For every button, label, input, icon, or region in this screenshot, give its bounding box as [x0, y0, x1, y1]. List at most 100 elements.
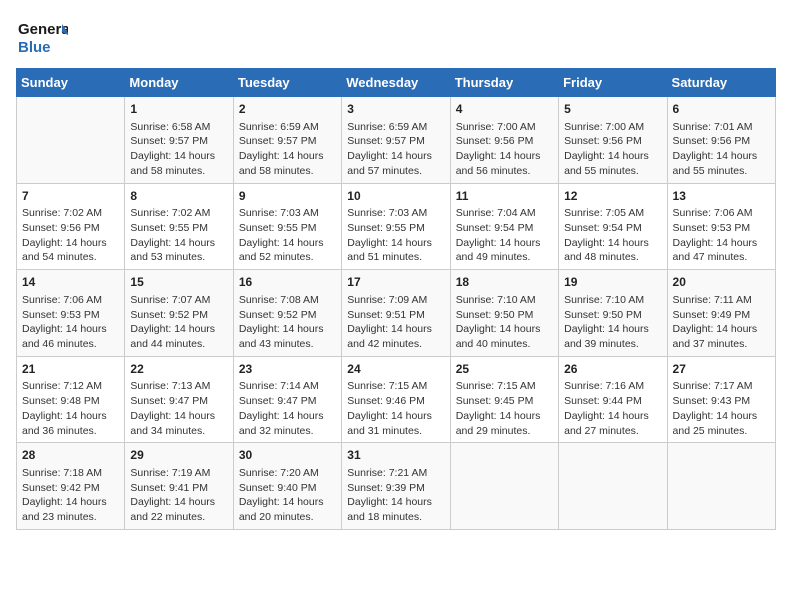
day-info: Sunrise: 7:11 AMSunset: 9:49 PMDaylight:… — [673, 293, 770, 352]
calendar-cell — [450, 443, 558, 530]
day-number: 3 — [347, 101, 444, 118]
calendar-cell: 28 Sunrise: 7:18 AMSunset: 9:42 PMDayligh… — [17, 443, 125, 530]
calendar-cell: 9Sunrise: 7:03 AMSunset: 9:55 PMDaylight… — [233, 183, 341, 270]
calendar-cell: 21Sunrise: 7:12 AMSunset: 9:48 PMDayligh… — [17, 356, 125, 443]
day-number: 27 — [673, 361, 770, 378]
calendar-cell — [17, 97, 125, 184]
day-info: Sunrise: 7:04 AMSunset: 9:54 PMDaylight:… — [456, 206, 553, 265]
day-info: Sunrise: 7:12 AMSunset: 9:48 PMDaylight:… — [22, 379, 119, 438]
day-number: 12 — [564, 188, 661, 205]
day-info: Sunrise: 7:08 AMSunset: 9:52 PMDaylight:… — [239, 293, 336, 352]
calendar-week-5: 28 Sunrise: 7:18 AMSunset: 9:42 PMDayligh… — [17, 443, 776, 530]
day-info: Sunrise: 7:19 AMSunset: 9:41 PMDaylight:… — [130, 466, 227, 525]
calendar-cell: 10Sunrise: 7:03 AMSunset: 9:55 PMDayligh… — [342, 183, 450, 270]
calendar-week-1: 1 Sunrise: 6:58 AMSunset: 9:57 PMDaylight… — [17, 97, 776, 184]
day-info: Sunrise: 6:59 AMSunset: 9:57 PMDaylight:… — [347, 120, 444, 179]
day-info: Sunrise: 7:00 AMSunset: 9:56 PMDaylight:… — [456, 120, 553, 179]
day-info: Sunrise: 7:02 AMSunset: 9:56 PMDaylight:… — [22, 206, 119, 265]
calendar-cell: 2 Sunrise: 6:59 AMSunset: 9:57 PMDaylight… — [233, 97, 341, 184]
svg-text:Blue: Blue — [18, 39, 51, 56]
day-info: Sunrise: 7:00 AMSunset: 9:56 PMDaylight:… — [564, 120, 661, 179]
day-number: 2 — [239, 101, 336, 118]
day-info: Sunrise: 7:03 AMSunset: 9:55 PMDaylight:… — [239, 206, 336, 265]
logo: General Blue — [16, 16, 68, 60]
day-info: Sunrise: 7:13 AMSunset: 9:47 PMDaylight:… — [130, 379, 227, 438]
calendar-cell: 23Sunrise: 7:14 AMSunset: 9:47 PMDayligh… — [233, 356, 341, 443]
day-number: 10 — [347, 188, 444, 205]
calendar-table: SundayMondayTuesdayWednesdayThursdayFrid… — [16, 68, 776, 530]
day-number: 5 — [564, 101, 661, 118]
day-number: 20 — [673, 274, 770, 291]
day-number: 16 — [239, 274, 336, 291]
calendar-week-4: 21Sunrise: 7:12 AMSunset: 9:48 PMDayligh… — [17, 356, 776, 443]
day-header-wednesday: Wednesday — [342, 69, 450, 97]
day-info: Sunrise: 7:21 AMSunset: 9:39 PMDaylight:… — [347, 466, 444, 525]
day-header-friday: Friday — [559, 69, 667, 97]
calendar-week-2: 7Sunrise: 7:02 AMSunset: 9:56 PMDaylight… — [17, 183, 776, 270]
day-info: Sunrise: 7:20 AMSunset: 9:40 PMDaylight:… — [239, 466, 336, 525]
calendar-cell: 3 Sunrise: 6:59 AMSunset: 9:57 PMDaylight… — [342, 97, 450, 184]
day-info: Sunrise: 7:10 AMSunset: 9:50 PMDaylight:… — [564, 293, 661, 352]
day-info: Sunrise: 7:02 AMSunset: 9:55 PMDaylight:… — [130, 206, 227, 265]
day-info: Sunrise: 7:09 AMSunset: 9:51 PMDaylight:… — [347, 293, 444, 352]
day-info: Sunrise: 7:07 AMSunset: 9:52 PMDaylight:… — [130, 293, 227, 352]
calendar-cell: 24Sunrise: 7:15 AMSunset: 9:46 PMDayligh… — [342, 356, 450, 443]
day-number: 14 — [22, 274, 119, 291]
day-number: 30 — [239, 447, 336, 464]
calendar-cell: 7Sunrise: 7:02 AMSunset: 9:56 PMDaylight… — [17, 183, 125, 270]
day-header-sunday: Sunday — [17, 69, 125, 97]
day-info: Sunrise: 7:05 AMSunset: 9:54 PMDaylight:… — [564, 206, 661, 265]
day-info: Sunrise: 7:15 AMSunset: 9:45 PMDaylight:… — [456, 379, 553, 438]
calendar-cell: 31 Sunrise: 7:21 AMSunset: 9:39 PMDayligh… — [342, 443, 450, 530]
calendar-cell: 12Sunrise: 7:05 AMSunset: 9:54 PMDayligh… — [559, 183, 667, 270]
header: General Blue — [16, 16, 776, 60]
calendar-cell: 22Sunrise: 7:13 AMSunset: 9:47 PMDayligh… — [125, 356, 233, 443]
day-number: 28 — [22, 447, 119, 464]
calendar-cell: 15Sunrise: 7:07 AMSunset: 9:52 PMDayligh… — [125, 270, 233, 357]
day-info: Sunrise: 7:17 AMSunset: 9:43 PMDaylight:… — [673, 379, 770, 438]
day-number: 6 — [673, 101, 770, 118]
svg-text:General: General — [18, 21, 68, 38]
day-info: Sunrise: 7:16 AMSunset: 9:44 PMDaylight:… — [564, 379, 661, 438]
day-info: Sunrise: 7:15 AMSunset: 9:46 PMDaylight:… — [347, 379, 444, 438]
day-number: 1 — [130, 101, 227, 118]
day-info: Sunrise: 7:01 AMSunset: 9:56 PMDaylight:… — [673, 120, 770, 179]
day-info: Sunrise: 7:14 AMSunset: 9:47 PMDaylight:… — [239, 379, 336, 438]
calendar-cell: 17 Sunrise: 7:09 AMSunset: 9:51 PMDayligh… — [342, 270, 450, 357]
day-info: Sunrise: 6:58 AMSunset: 9:57 PMDaylight:… — [130, 120, 227, 179]
logo-svg: General Blue — [16, 16, 68, 60]
calendar-cell: 13Sunrise: 7:06 AMSunset: 9:53 PMDayligh… — [667, 183, 775, 270]
calendar-cell: 19 Sunrise: 7:10 AMSunset: 9:50 PMDayligh… — [559, 270, 667, 357]
day-number: 23 — [239, 361, 336, 378]
calendar-cell: 27Sunrise: 7:17 AMSunset: 9:43 PMDayligh… — [667, 356, 775, 443]
calendar-cell: 8Sunrise: 7:02 AMSunset: 9:55 PMDaylight… — [125, 183, 233, 270]
day-number: 13 — [673, 188, 770, 205]
day-number: 7 — [22, 188, 119, 205]
day-number: 26 — [564, 361, 661, 378]
day-info: Sunrise: 7:03 AMSunset: 9:55 PMDaylight:… — [347, 206, 444, 265]
calendar-cell: 16 Sunrise: 7:08 AMSunset: 9:52 PMDayligh… — [233, 270, 341, 357]
day-header-monday: Monday — [125, 69, 233, 97]
day-number: 25 — [456, 361, 553, 378]
day-number: 31 — [347, 447, 444, 464]
day-number: 17 — [347, 274, 444, 291]
day-header-thursday: Thursday — [450, 69, 558, 97]
calendar-cell — [667, 443, 775, 530]
calendar-cell: 18 Sunrise: 7:10 AMSunset: 9:50 PMDayligh… — [450, 270, 558, 357]
day-number: 19 — [564, 274, 661, 291]
calendar-cell: 26Sunrise: 7:16 AMSunset: 9:44 PMDayligh… — [559, 356, 667, 443]
day-info: Sunrise: 7:18 AMSunset: 9:42 PMDaylight:… — [22, 466, 119, 525]
calendar-cell: 4Sunrise: 7:00 AMSunset: 9:56 PMDaylight… — [450, 97, 558, 184]
day-info: Sunrise: 6:59 AMSunset: 9:57 PMDaylight:… — [239, 120, 336, 179]
day-number: 11 — [456, 188, 553, 205]
calendar-cell: 5 Sunrise: 7:00 AMSunset: 9:56 PMDaylight… — [559, 97, 667, 184]
day-header-saturday: Saturday — [667, 69, 775, 97]
day-number: 18 — [456, 274, 553, 291]
calendar-cell: 14Sunrise: 7:06 AMSunset: 9:53 PMDayligh… — [17, 270, 125, 357]
day-number: 21 — [22, 361, 119, 378]
calendar-cell: 20 Sunrise: 7:11 AMSunset: 9:49 PMDayligh… — [667, 270, 775, 357]
calendar-cell: 29Sunrise: 7:19 AMSunset: 9:41 PMDayligh… — [125, 443, 233, 530]
day-info: Sunrise: 7:10 AMSunset: 9:50 PMDaylight:… — [456, 293, 553, 352]
day-number: 9 — [239, 188, 336, 205]
calendar-cell: 25Sunrise: 7:15 AMSunset: 9:45 PMDayligh… — [450, 356, 558, 443]
